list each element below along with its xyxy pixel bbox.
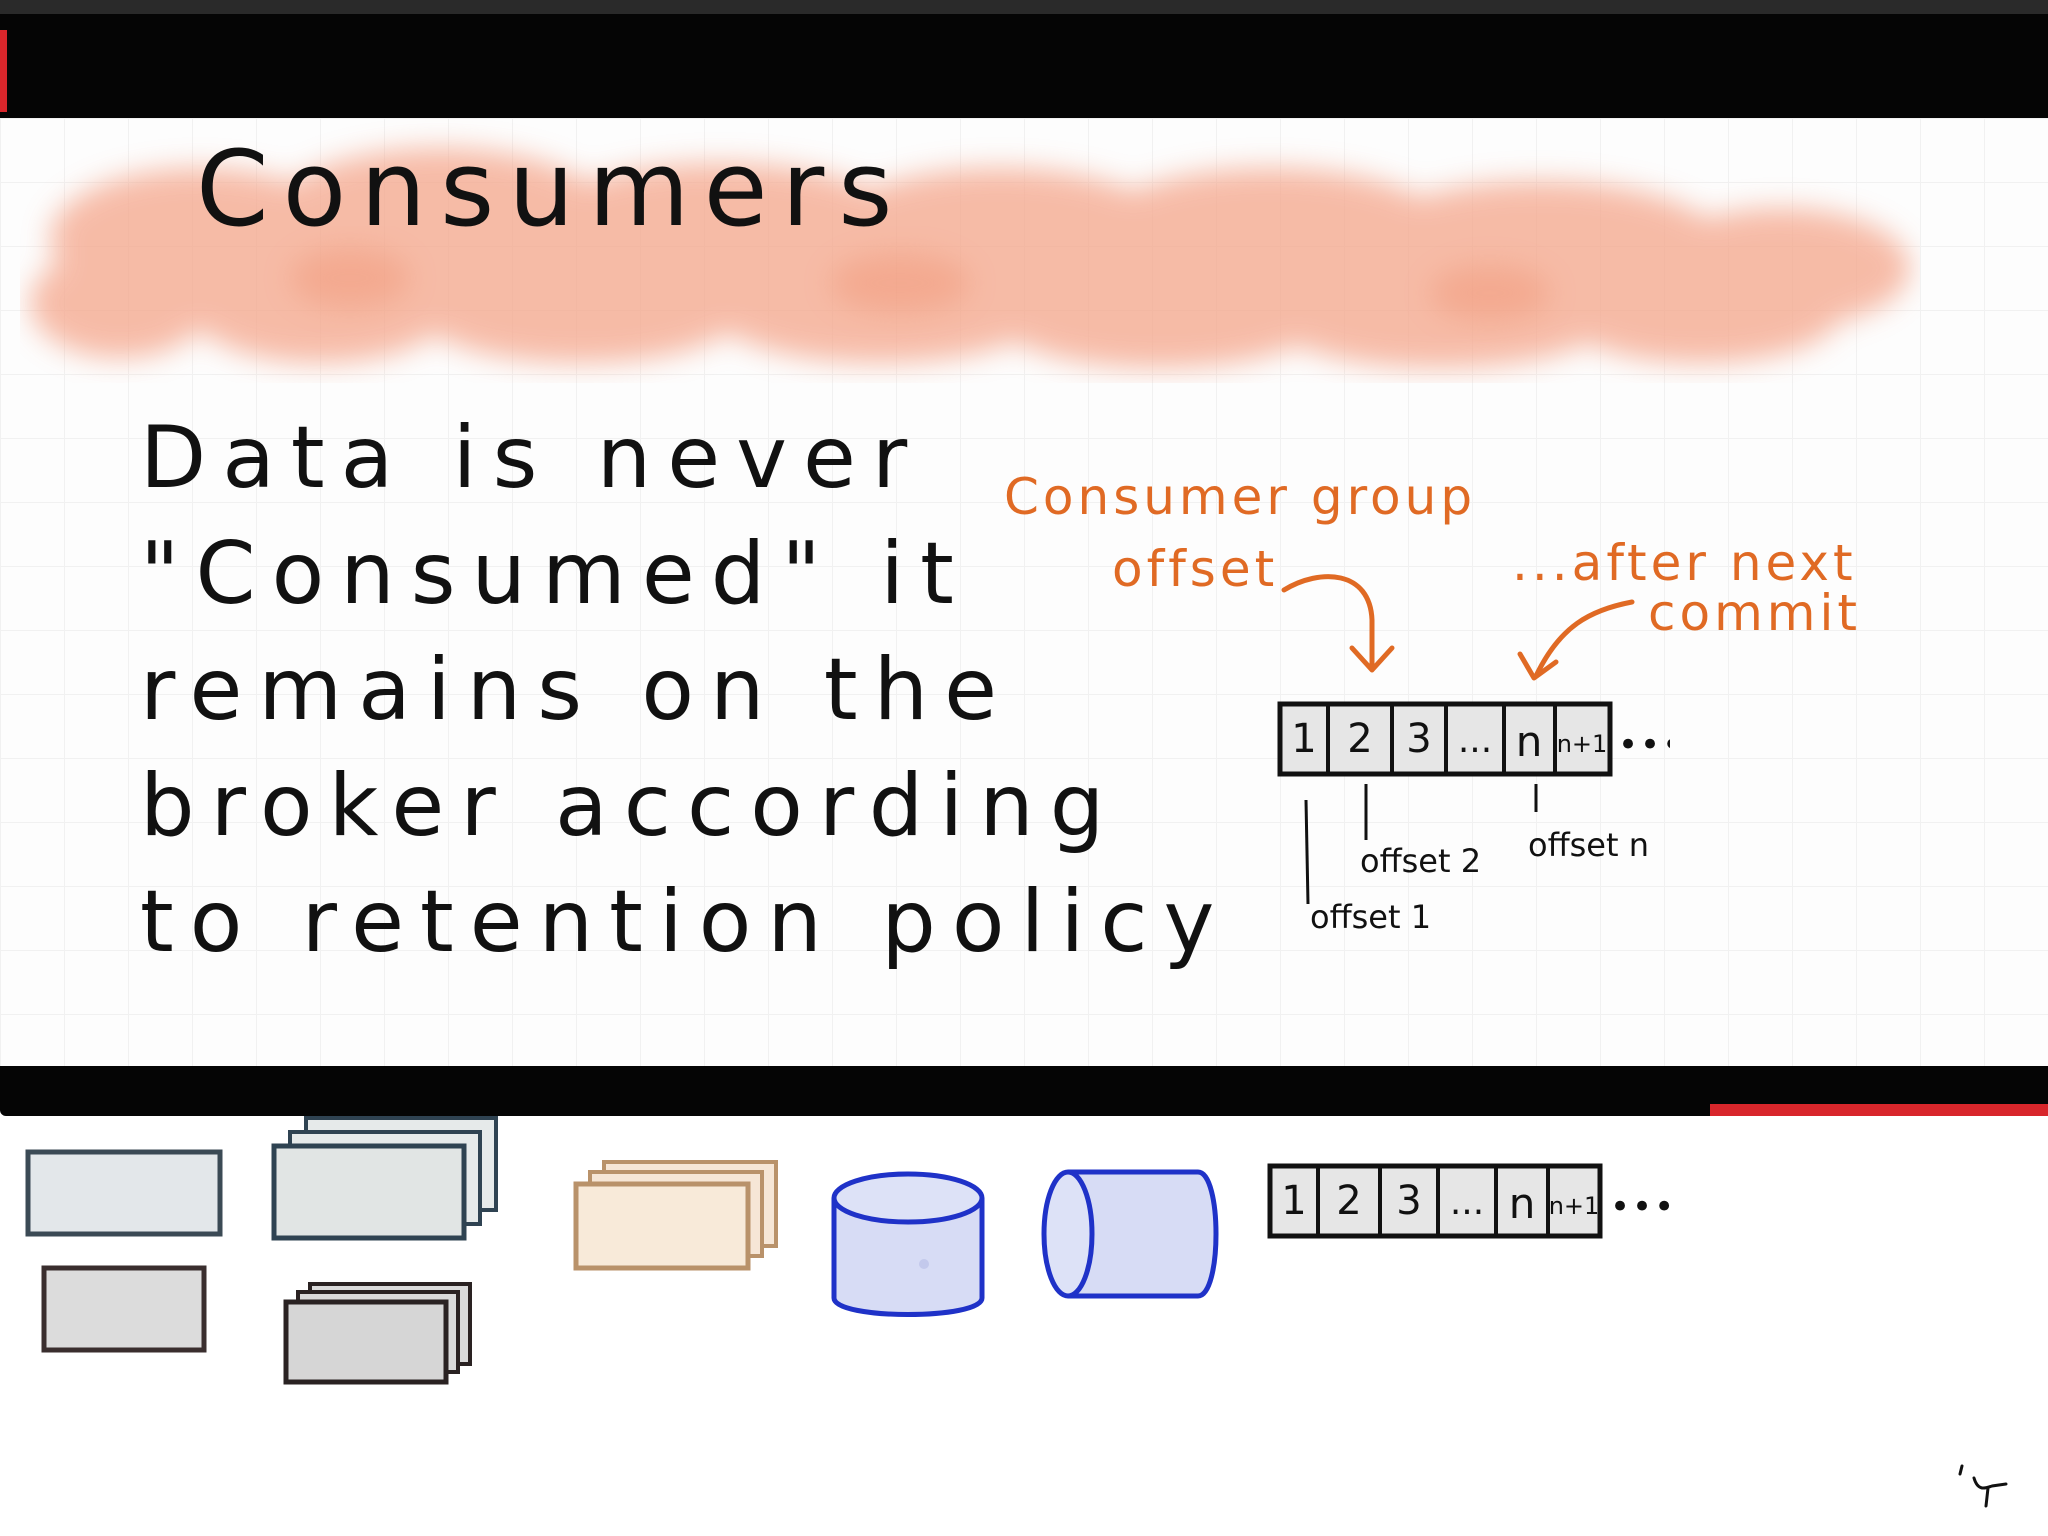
top-toolbar-bar — [0, 0, 2048, 118]
log-cell-2: 2 — [1347, 716, 1372, 762]
partition-log: 1 2 3 ... n n+1 ••• — [1277, 701, 1670, 777]
log-cell-1: 1 — [1291, 716, 1316, 762]
left-red-marker — [0, 30, 7, 112]
commit-label: commit — [1648, 584, 1861, 642]
next-commit-arrow — [1517, 599, 1635, 681]
log-cell-n-plus-1: n+1 — [1557, 730, 1608, 758]
offset-2-label: offset 2 — [1360, 842, 1482, 880]
body-line-4: broker according — [140, 756, 1121, 856]
palette-partition-log[interactable]: 1 2 3 ... n n+1 ••• — [1262, 1162, 1702, 1242]
stray-pen-mark — [1958, 1464, 2008, 1508]
offset-n-label: offset n — [1528, 826, 1649, 864]
log-cell-n: n — [1516, 717, 1543, 766]
log-cell-3: 3 — [1406, 716, 1431, 762]
body-line-5: to retention policy — [140, 872, 1231, 972]
palette-log-cell-ellipsis: ... — [1450, 1182, 1484, 1223]
log-cell-ellipsis: ... — [1458, 720, 1492, 761]
palette-log-cell-n-plus-1: n+1 — [1549, 1192, 1600, 1220]
palette-log-cell-3: 3 — [1396, 1178, 1421, 1224]
slide-title: Consumers — [196, 128, 907, 250]
palette-log-cell-2: 2 — [1336, 1178, 1361, 1224]
offset-1-label: offset 1 — [1310, 898, 1432, 936]
body-line-2: "Consumed" it — [140, 524, 970, 624]
body-line-1: Data is never — [140, 408, 924, 508]
palette-rect-light-blue[interactable] — [24, 1148, 224, 1238]
log-continuation: ••• — [1618, 725, 1670, 765]
body-text: Data is never "Consumed" it remains on t… — [140, 400, 1231, 980]
palette-rect-gray[interactable] — [40, 1264, 210, 1354]
palette-log-cell-n: n — [1509, 1179, 1536, 1228]
palette-stack-tan[interactable] — [572, 1158, 782, 1278]
consumer-offset-arrow — [1281, 574, 1395, 673]
offset-label: offset — [1112, 540, 1279, 598]
palette-log-continuation: ••• — [1610, 1187, 1676, 1227]
palette-cylinder-horizontal[interactable] — [1038, 1164, 1228, 1304]
consumer-group-label: Consumer group — [1004, 468, 1477, 526]
palette-stack-gray-blue[interactable] — [268, 1114, 508, 1244]
body-line-3: remains on the — [140, 640, 1013, 740]
palette-cylinder-vertical[interactable] — [828, 1168, 988, 1328]
top-toolbar-edge — [0, 0, 2048, 14]
palette-stack-gray[interactable] — [282, 1280, 482, 1390]
palette-log-cell-1: 1 — [1281, 1178, 1306, 1224]
